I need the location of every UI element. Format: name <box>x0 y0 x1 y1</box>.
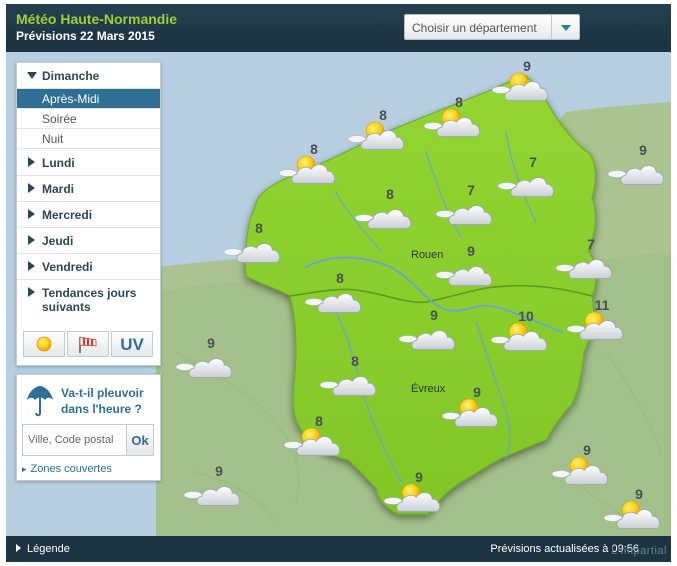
city-label: Évreux <box>411 382 446 395</box>
temperature-label: 9 <box>415 469 423 485</box>
temperature-label: 9 <box>473 384 481 400</box>
day-item-dimanche[interactable]: Dimanche <box>17 63 160 89</box>
weather-widget: Météo Haute-Normandie Prévisions 22 Mars… <box>6 4 671 562</box>
temperature-label: 11 <box>595 297 610 313</box>
temperature-label: 8 <box>315 413 323 429</box>
triangle-right-icon <box>28 209 35 219</box>
triangle-right-icon <box>28 183 35 193</box>
temperature-label: 9 <box>215 463 223 479</box>
day-item-mardi[interactable]: Mardi <box>17 176 160 202</box>
day-menu: Dimanche Après-Midi Soirée Nuit Lundi Ma… <box>16 62 161 366</box>
footer: Légende Prévisions actualisées à 09:56 L… <box>6 536 671 562</box>
rain-widget: Va-t-il pleuvoir dans l'heure ? Ok Zones… <box>16 374 161 481</box>
temperature-label: 8 <box>310 141 318 157</box>
temperature-label: 8 <box>379 107 387 123</box>
temperature-label: 8 <box>255 220 263 236</box>
day-item-jeudi[interactable]: Jeudi <box>17 228 160 254</box>
day-item-tendances[interactable]: Tendances jours suivants <box>17 280 160 320</box>
triangle-right-icon <box>28 235 35 245</box>
temperature-label: 9 <box>430 307 438 323</box>
tab-uv[interactable]: UV <box>111 331 153 357</box>
temperature-label: 7 <box>587 236 595 252</box>
temperature-label: 8 <box>386 186 394 202</box>
temperature-label: 8 <box>351 353 359 369</box>
rain-search-form: Ok <box>22 424 154 456</box>
uv-label: UV <box>120 335 144 354</box>
department-select[interactable]: Choisir un département <box>404 14 580 40</box>
sun-icon <box>36 336 52 352</box>
temperature-label: 8 <box>455 94 463 110</box>
watermark: L'Impartial <box>611 545 667 557</box>
temperature-label: 10 <box>518 308 534 324</box>
legend-link[interactable]: Légende <box>16 543 70 555</box>
day-item-lundi[interactable]: Lundi <box>17 150 160 176</box>
triangle-right-icon <box>28 157 35 167</box>
windsock-icon <box>79 336 97 353</box>
triangle-right-icon <box>28 261 35 271</box>
forecast-date: Prévisions 22 Mars 2015 <box>16 29 155 43</box>
temperature-label: 7 <box>467 182 475 198</box>
day-item-vendredi[interactable]: Vendredi <box>17 254 160 280</box>
day-item-mercredi[interactable]: Mercredi <box>17 202 160 228</box>
city-label: Rouen <box>411 249 443 261</box>
temperature-label: 9 <box>467 243 475 259</box>
sun-cloud-icon <box>504 72 549 101</box>
temperature-label: 9 <box>635 486 643 502</box>
ok-button[interactable]: Ok <box>127 425 153 455</box>
zones-link[interactable]: Zones couvertes <box>22 463 112 475</box>
department-select-label: Choisir un département <box>412 21 537 35</box>
chevron-down-icon[interactable] <box>551 15 579 39</box>
tab-weather[interactable] <box>23 331 65 357</box>
temperature-label: 9 <box>583 442 591 458</box>
temperature-label: 8 <box>336 270 344 286</box>
temperature-label: 9 <box>639 142 647 158</box>
temperature-label: 7 <box>529 154 537 170</box>
header: Météo Haute-Normandie Prévisions 22 Mars… <box>6 4 671 52</box>
page-title: Météo Haute-Normandie <box>16 11 178 27</box>
period-item-nuit[interactable]: Nuit <box>17 129 160 149</box>
umbrella-icon <box>27 386 53 417</box>
map-layer-tabs: UV <box>23 331 154 357</box>
period-item-soiree[interactable]: Soirée <box>17 109 160 129</box>
city-input[interactable] <box>23 425 127 455</box>
rain-question: Va-t-il pleuvoir dans l'heure ? <box>61 386 144 416</box>
temperature-label: 9 <box>523 58 531 74</box>
period-item-apres-midi[interactable]: Après-Midi <box>17 89 160 109</box>
tab-wind[interactable] <box>67 331 109 357</box>
temperature-label: 9 <box>207 335 215 351</box>
triangle-down-icon <box>27 72 37 79</box>
triangle-right-icon <box>28 287 35 297</box>
